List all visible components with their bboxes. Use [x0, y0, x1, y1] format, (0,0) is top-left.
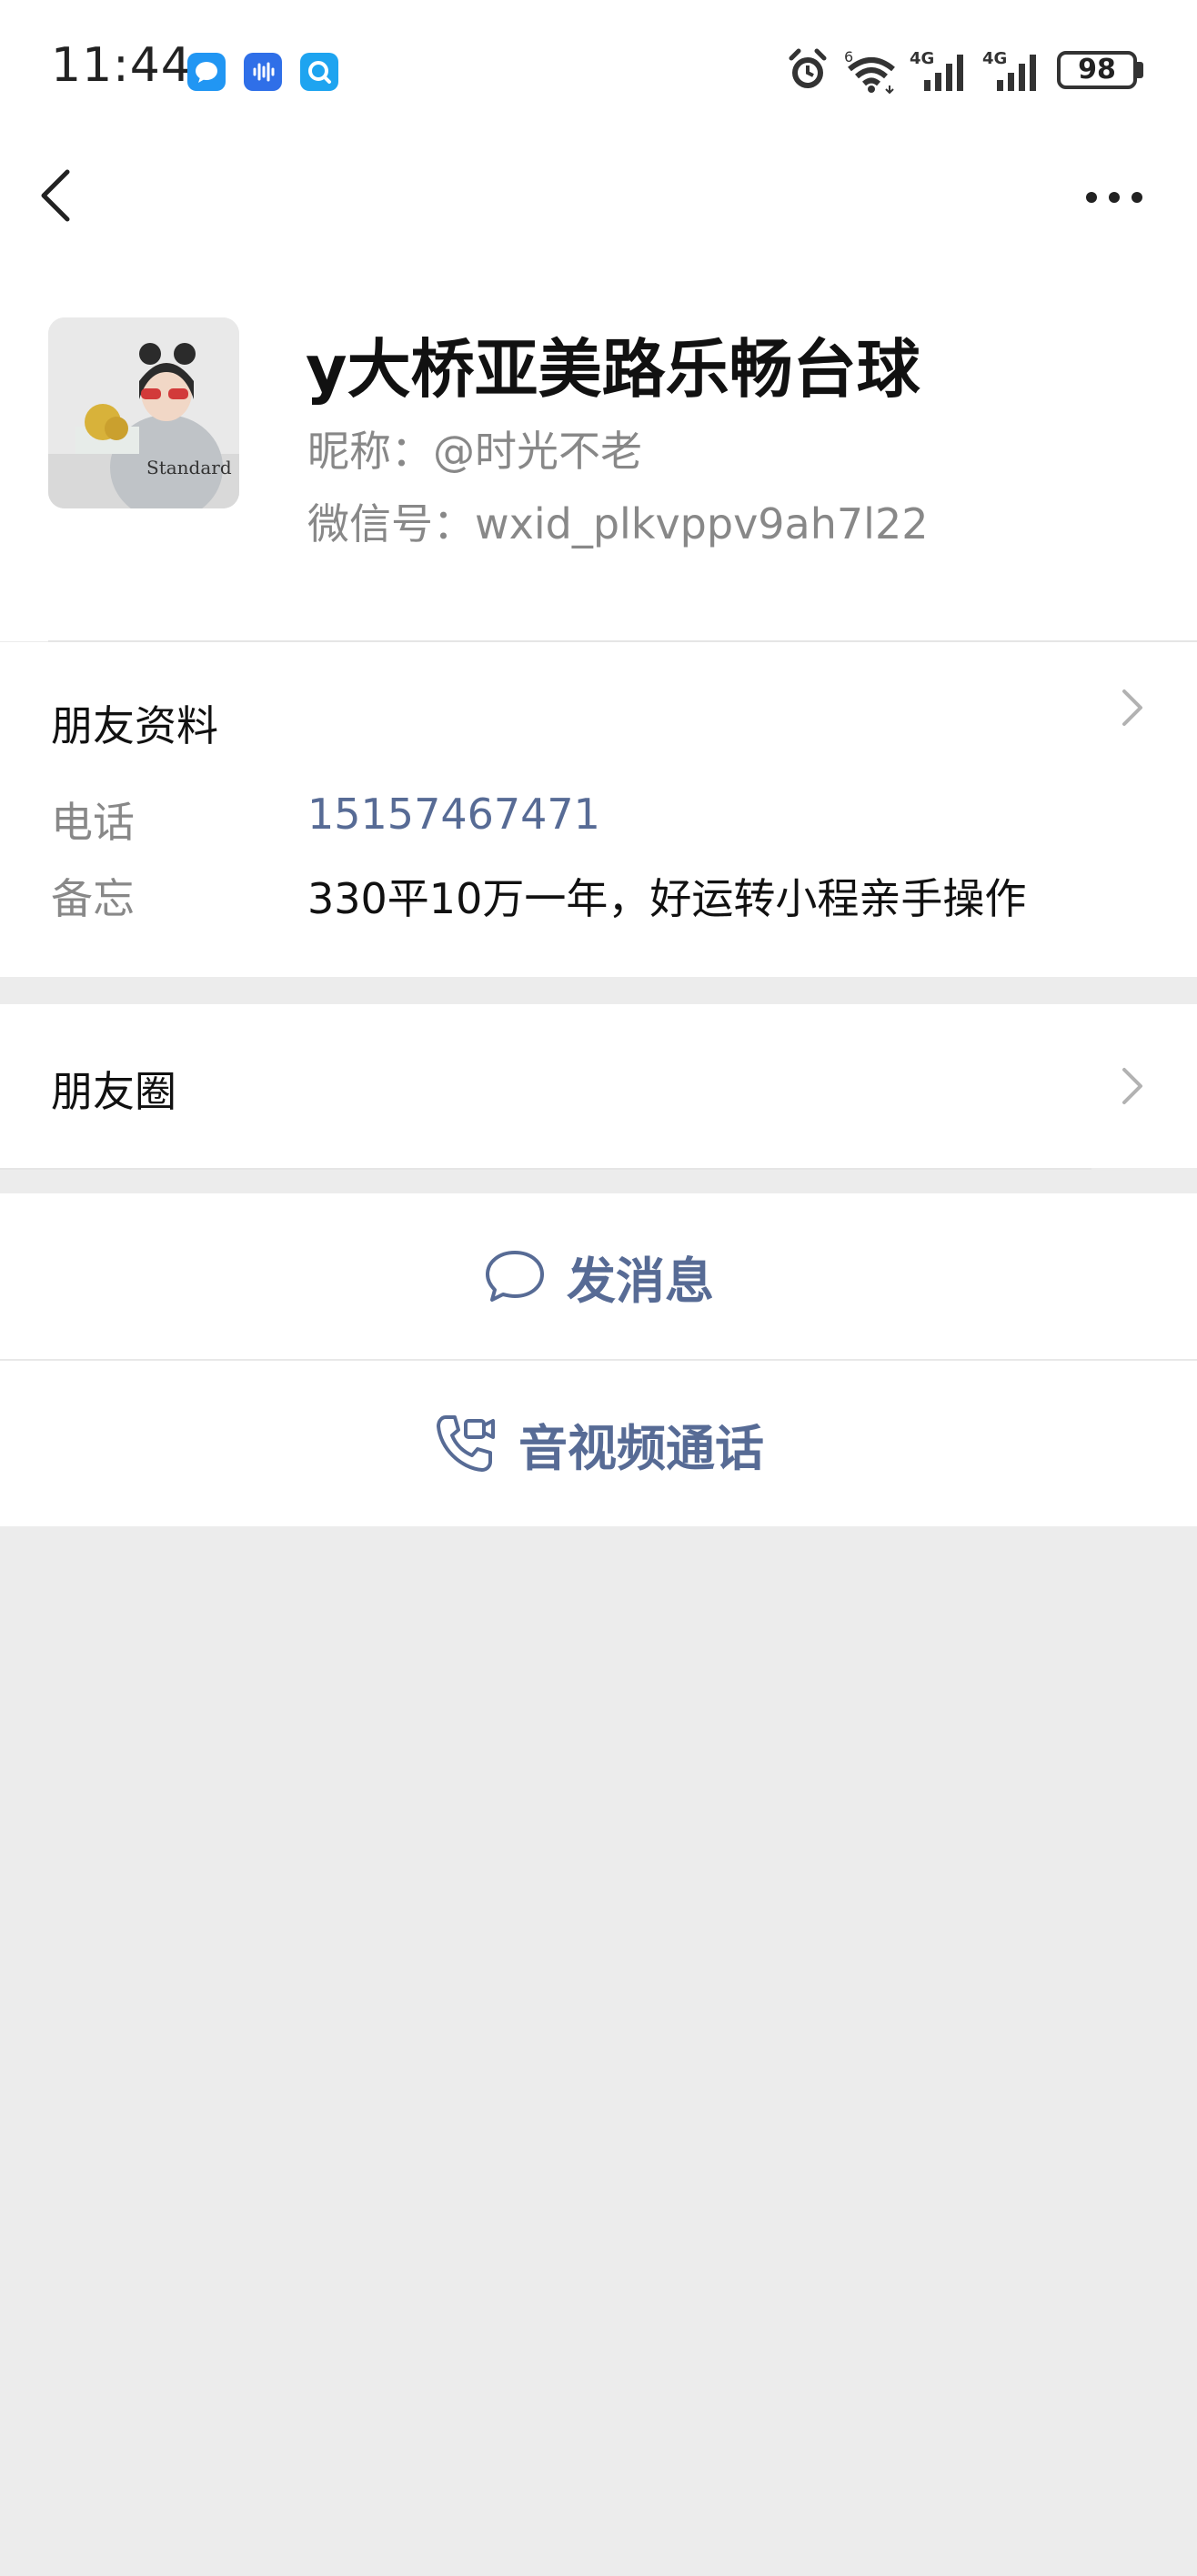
signal-4g-icon: 4G — [910, 45, 970, 96]
svg-text:Standard: Standard — [146, 457, 232, 478]
phone-number-link[interactable]: 15157467471 — [307, 790, 600, 839]
wechat-id: 微信号：wxid_plkvppv9ah7l22 — [307, 499, 929, 548]
phone-label: 电话 — [51, 798, 135, 847]
friend-info-title: 朋友资料 — [51, 701, 218, 750]
section-gap — [0, 1170, 1197, 1193]
display-name: y大桥亚美路乐畅台球 — [306, 332, 920, 407]
back-button[interactable] — [36, 168, 82, 223]
voice-wave-icon — [244, 53, 282, 91]
top-nav — [0, 146, 1197, 291]
svg-text:4G: 4G — [982, 49, 1007, 68]
memo-label: 备忘 — [51, 874, 135, 923]
section-gap — [0, 977, 1197, 1004]
wifi-icon: 6 — [842, 45, 900, 96]
battery-icon: 98 — [1057, 51, 1137, 89]
nickname: 昵称：@时光不老 — [307, 427, 642, 476]
chat-bubble-icon — [483, 1247, 547, 1305]
signal-4g-icon: 4G — [982, 45, 1042, 96]
send-message-button[interactable]: 发消息 — [0, 1193, 1197, 1359]
svg-text:4G: 4G — [910, 49, 934, 68]
chevron-right-icon — [1121, 688, 1144, 728]
alarm-icon — [786, 45, 830, 96]
ellipsis-icon — [1086, 192, 1142, 203]
search-app-icon — [300, 53, 338, 91]
svg-text:6: 6 — [844, 48, 853, 65]
phone-video-icon — [433, 1412, 498, 1475]
send-message-label: 发消息 — [567, 1252, 714, 1310]
memo-value: 330平10万一年，好运转小程亲手操作 — [307, 874, 1027, 923]
status-time: 11:44 — [51, 38, 192, 93]
chevron-left-icon — [41, 169, 70, 222]
battery-tip — [1137, 62, 1143, 78]
message-bubble-icon — [187, 53, 226, 91]
avatar[interactable]: Standard — [48, 317, 239, 508]
video-call-button[interactable]: 音视频通话 — [0, 1361, 1197, 1526]
moments-row[interactable] — [0, 1004, 1197, 1168]
video-call-label: 音视频通话 — [518, 1419, 764, 1477]
more-button[interactable] — [1082, 182, 1146, 213]
chevron-right-icon — [1121, 1066, 1144, 1106]
moments-title: 朋友圈 — [51, 1067, 176, 1116]
